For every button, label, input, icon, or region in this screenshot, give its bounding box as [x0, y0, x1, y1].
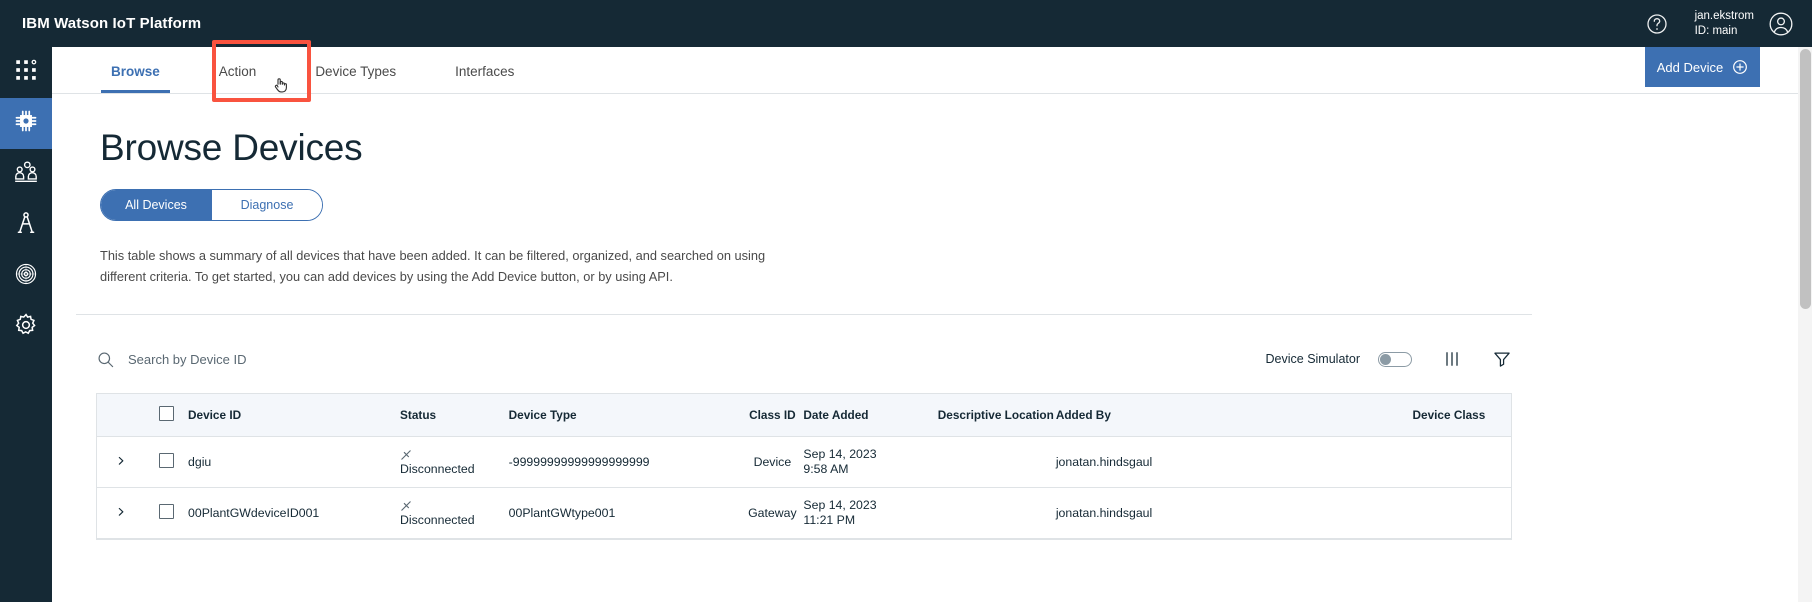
chip-icon: [13, 108, 39, 139]
view-segmented-control: All Devices Diagnose: [100, 189, 323, 221]
user-info[interactable]: jan.ekstrom ID: main: [1695, 9, 1754, 39]
device-simulator-label: Device Simulator: [1265, 352, 1360, 366]
page-description: This table shows a summary of all device…: [100, 248, 766, 284]
sidebar-item-apps-menu[interactable]: [0, 47, 52, 98]
th-added-by[interactable]: Added By: [1055, 394, 1387, 437]
cell-added-by: jonatan.hindsgaul: [1055, 436, 1387, 488]
th-select-all: [144, 394, 189, 437]
date-added-line1: Sep 14, 2023: [803, 447, 877, 461]
compass-icon: [13, 210, 39, 241]
help-circle-icon[interactable]: [1645, 12, 1669, 36]
chevron-right-icon: [116, 506, 126, 518]
columns-icon[interactable]: [1442, 349, 1462, 369]
disconnected-icon: [400, 449, 412, 461]
user-name: jan.ekstrom: [1694, 9, 1754, 22]
cell-descriptive-location: [935, 436, 1056, 488]
row-checkbox[interactable]: [158, 504, 174, 519]
main-tabs: Browse Action Device Types Interfaces: [52, 47, 1812, 94]
sidebar-item-devices[interactable]: [0, 98, 52, 149]
status-text: Disconnected: [400, 461, 475, 476]
toggle-knob: [1380, 353, 1391, 365]
disconnected-icon: [400, 500, 412, 512]
app-grid-icon: [13, 57, 39, 88]
page-scrollbar-track[interactable]: [1798, 47, 1812, 602]
cell-status: Disconnected: [400, 487, 509, 539]
cell-device-type: 00PlantGWtype001: [508, 487, 742, 539]
page-scrollbar-thumb[interactable]: [1800, 49, 1811, 309]
cell-class-id: Device: [741, 436, 804, 488]
add-device-button[interactable]: Add Device: [1645, 47, 1760, 87]
cell-added-by: jonatan.hindsgaul: [1055, 487, 1387, 539]
toolbar-right-actions: Device Simulator: [1266, 349, 1512, 369]
row-select-cell[interactable]: [144, 436, 189, 488]
sidebar-item-members[interactable]: [0, 149, 52, 200]
date-added-line2: 11:21 PM: [803, 513, 856, 527]
sidebar-item-boards[interactable]: [0, 200, 52, 251]
section-divider: [76, 314, 1532, 315]
header-actions: jan.ekstrom ID: main: [1645, 0, 1812, 47]
tab-interfaces[interactable]: Interfaces: [445, 64, 524, 93]
device-simulator-toggle[interactable]: [1378, 351, 1412, 367]
tab-browse[interactable]: Browse: [101, 64, 170, 93]
cell-descriptive-location: [935, 487, 1056, 539]
row-expand-cell[interactable]: [97, 487, 145, 539]
devices-table: Device ID Status Device Type Class ID Da…: [96, 393, 1512, 540]
add-device-label: Add Device: [1656, 59, 1724, 75]
fingerprint-icon: [13, 261, 39, 292]
segment-all-devices[interactable]: All Devices: [101, 190, 211, 220]
cell-class-id: Gateway: [741, 487, 804, 539]
th-device-type[interactable]: Device Type: [508, 394, 742, 437]
search-input[interactable]: [128, 351, 428, 367]
chevron-right-icon: [116, 455, 126, 467]
user-avatar-icon[interactable]: [1768, 11, 1794, 37]
filter-icon[interactable]: [1492, 349, 1512, 369]
th-status[interactable]: Status: [400, 394, 509, 437]
top-header-bar: IBM Watson IoT Platform jan.ekstrom ID: …: [0, 0, 1812, 47]
table-row[interactable]: 00PlantGWdeviceID001 Disconnected 00Plan…: [97, 487, 1511, 539]
tab-device-types[interactable]: Device Types: [305, 64, 406, 93]
table-toolbar: Device Simulator: [96, 341, 1512, 377]
cell-device-class: [1386, 436, 1511, 488]
row-expand-cell[interactable]: [97, 436, 145, 488]
row-select-cell[interactable]: [144, 487, 189, 539]
app-title: IBM Watson IoT Platform: [22, 15, 202, 32]
cell-status: Disconnected: [400, 436, 509, 488]
cell-date-added: Sep 14, 2023 11:21 PM: [803, 487, 936, 539]
sidebar-item-security[interactable]: [0, 251, 52, 302]
th-date-added[interactable]: Date Added: [803, 394, 936, 437]
plus-circle-icon: [1732, 59, 1748, 75]
page-title: Browse Devices: [100, 127, 363, 168]
users-icon: [13, 159, 39, 190]
sidebar-item-settings[interactable]: [0, 302, 52, 353]
gear-icon: [13, 312, 39, 343]
cell-device-id: 00PlantGWdeviceID001: [188, 487, 401, 539]
row-checkbox[interactable]: [158, 453, 174, 468]
search-container[interactable]: [96, 350, 428, 369]
segment-diagnose[interactable]: Diagnose: [211, 190, 322, 220]
date-added-line2: 9:58 AM: [803, 462, 849, 476]
tab-action[interactable]: Action: [209, 64, 267, 93]
cell-device-class: [1386, 487, 1511, 539]
th-expand: [97, 394, 145, 437]
main-content: Browse Devices All Devices Diagnose This…: [52, 94, 1812, 602]
cell-device-id: dgiu: [188, 436, 401, 488]
cell-device-type: -99999999999999999999: [508, 436, 742, 488]
left-navigation-rail: [0, 47, 52, 602]
search-icon: [96, 350, 115, 369]
th-descriptive-location[interactable]: Descriptive Location: [935, 394, 1056, 437]
table-header-row: Device ID Status Device Type Class ID Da…: [97, 394, 1511, 437]
select-all-checkbox[interactable]: [158, 406, 174, 421]
cell-date-added: Sep 14, 2023 9:58 AM: [803, 436, 936, 488]
table-row[interactable]: dgiu Disconnected -99999999999999999999 …: [97, 436, 1511, 488]
th-class-id[interactable]: Class ID: [741, 394, 804, 437]
th-device-id[interactable]: Device ID: [188, 394, 401, 437]
date-added-line1: Sep 14, 2023: [803, 498, 877, 512]
th-device-class[interactable]: Device Class: [1386, 394, 1511, 437]
status-text: Disconnected: [400, 512, 475, 527]
user-id: ID: main: [1694, 24, 1738, 37]
